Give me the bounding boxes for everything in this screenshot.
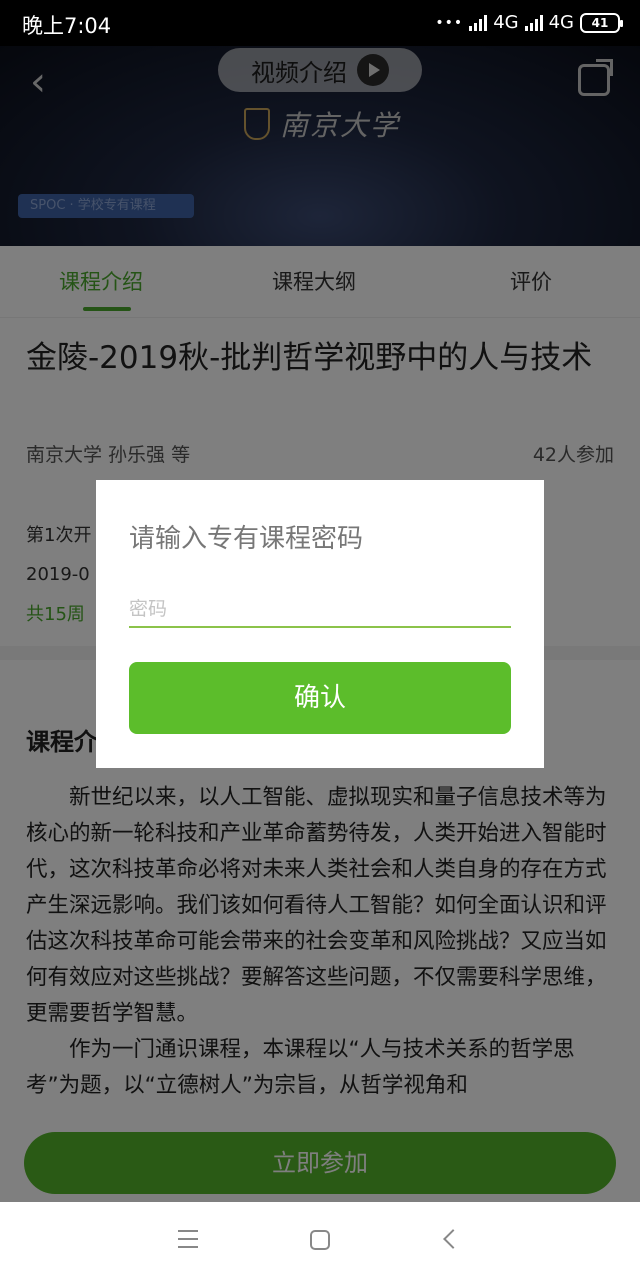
network-type-2: 4G (548, 12, 574, 33)
status-icons: ••• 4G 4G 41 (435, 12, 623, 33)
home-icon[interactable] (310, 1230, 330, 1250)
signal-icon-2 (524, 14, 543, 31)
more-dots-icon: ••• (435, 14, 464, 31)
nav-back-icon[interactable] (443, 1229, 463, 1249)
dialog-title: 请输入专有课程密码 (129, 524, 364, 554)
password-dialog: 请输入专有课程密码 确认 (96, 480, 544, 768)
password-input[interactable] (129, 592, 511, 628)
battery-icon: 41 (580, 12, 623, 33)
signal-icon (469, 14, 488, 31)
status-bar: 晚上7:04 ••• 4G 4G 41 (0, 0, 640, 46)
status-time: 晚上7:04 (22, 14, 112, 38)
system-nav-bar (0, 1202, 640, 1280)
menu-icon[interactable] (178, 1230, 198, 1248)
network-type-1: 4G (493, 12, 519, 33)
confirm-button[interactable]: 确认 (129, 662, 511, 734)
